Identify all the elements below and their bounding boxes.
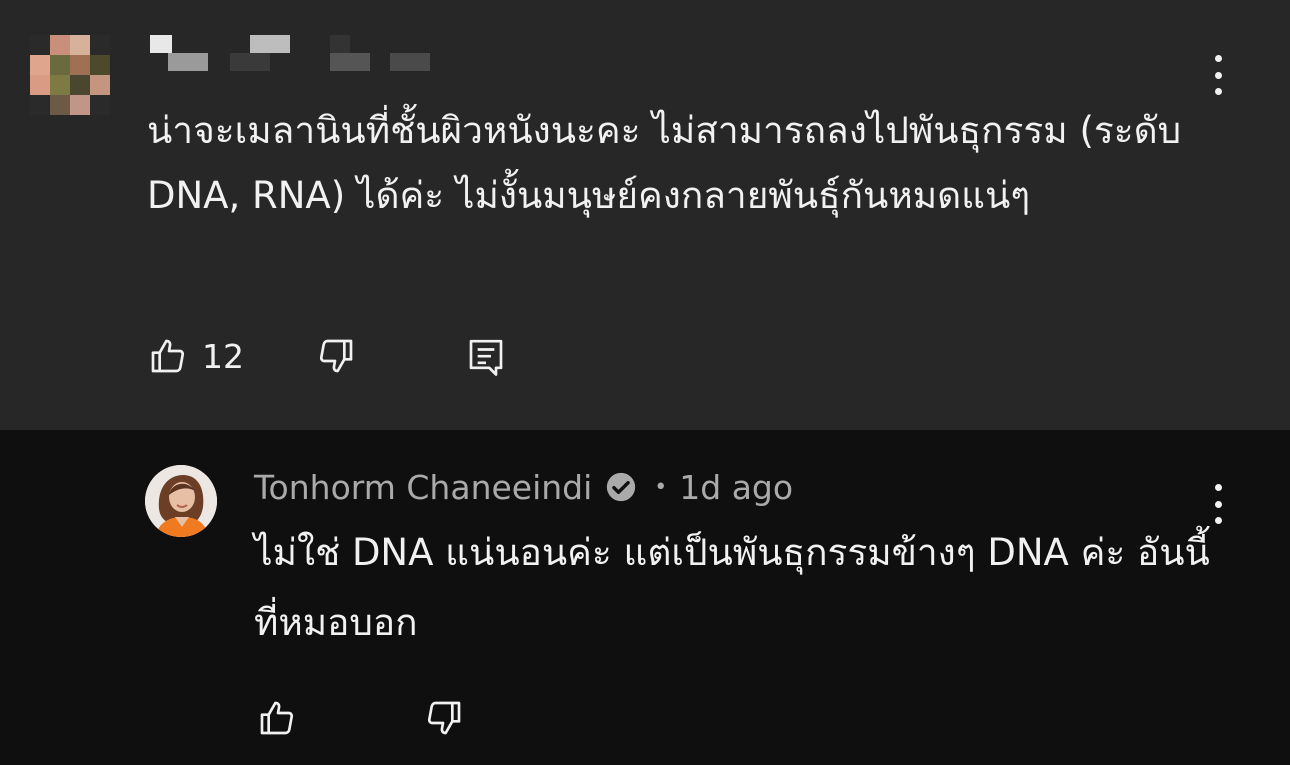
comment-text: น่าจะเมลานินที่ชั้นผิวหนังนะคะ ไม่สามารถ… bbox=[147, 109, 1182, 217]
thumbs-down-icon bbox=[319, 339, 353, 373]
more-options-button[interactable] bbox=[1206, 55, 1230, 95]
separator: • bbox=[654, 474, 668, 500]
comment-card: น่าจะเมลานินที่ชั้นผิวหนังนะคะ ไม่สามารถ… bbox=[0, 0, 1290, 430]
author-name[interactable]: Tonhorm Chaneeindi bbox=[254, 468, 592, 507]
thumbs-up-icon bbox=[151, 339, 185, 373]
like-button[interactable] bbox=[257, 698, 297, 738]
reply-text: ไม่ใช่ DNA แน่นอนค่ะ แต่เป็นพันธุกรรมข้า… bbox=[254, 531, 1210, 644]
more-vertical-icon bbox=[1214, 484, 1222, 491]
comment-actions: 12 bbox=[148, 336, 244, 376]
like-count: 12 bbox=[202, 336, 244, 376]
avatar[interactable] bbox=[145, 465, 217, 537]
thumbs-up-icon bbox=[260, 701, 294, 735]
verified-badge bbox=[604, 470, 638, 504]
author-name-redacted bbox=[150, 35, 440, 77]
avatar[interactable] bbox=[30, 35, 110, 115]
verified-check-icon bbox=[607, 472, 636, 502]
comment-reply-icon bbox=[469, 339, 503, 376]
timestamp[interactable]: 1d ago bbox=[679, 468, 793, 507]
dislike-button[interactable] bbox=[424, 698, 464, 738]
reply-header: Tonhorm Chaneeindi • 1d ago bbox=[254, 466, 793, 508]
dislike-button[interactable] bbox=[316, 336, 356, 376]
thumbs-down-icon bbox=[427, 701, 461, 735]
more-vertical-icon bbox=[1214, 55, 1222, 62]
reply-button[interactable] bbox=[466, 336, 506, 378]
like-button[interactable] bbox=[148, 336, 188, 376]
profile-photo bbox=[145, 465, 217, 537]
